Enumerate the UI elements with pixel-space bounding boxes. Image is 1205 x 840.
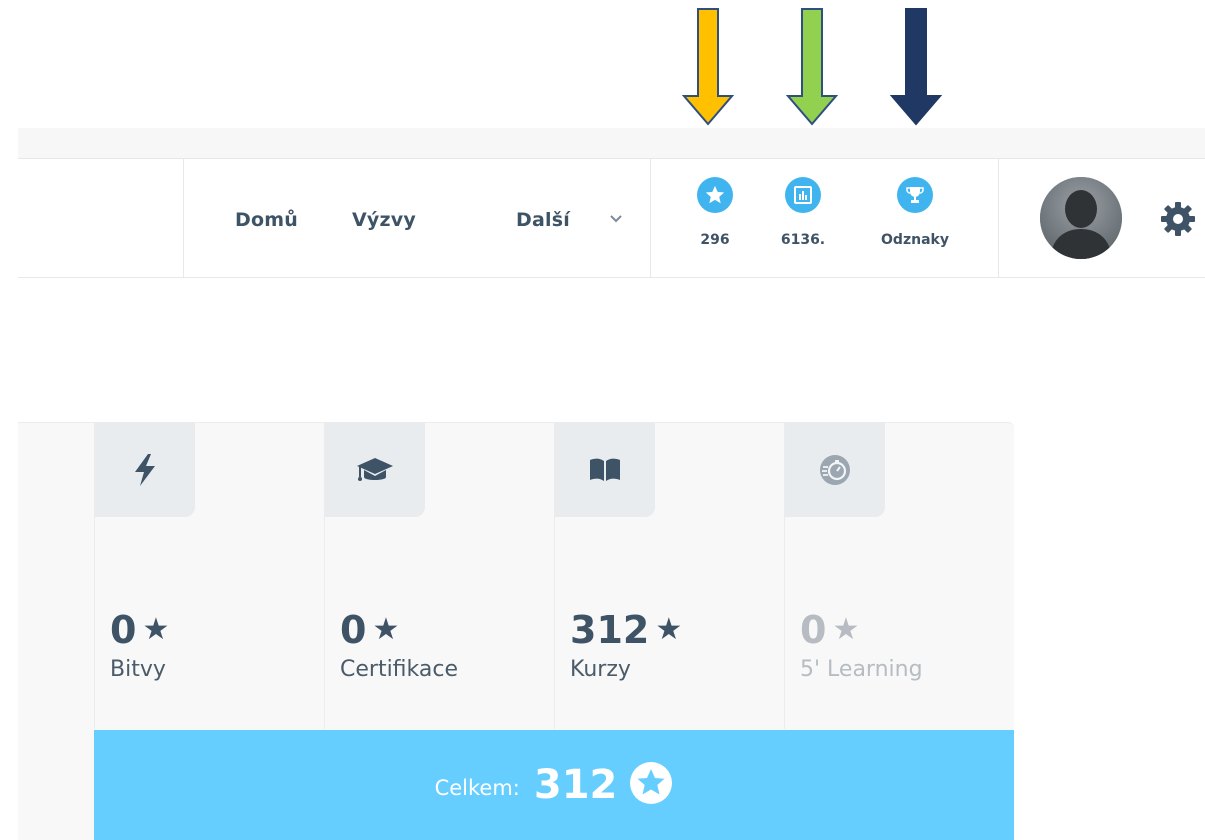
star-icon [629, 761, 673, 809]
stat-column-courses: 312 ★ Kurzy [554, 423, 785, 729]
nav-link-home[interactable]: Domů [235, 209, 298, 231]
book-icon [555, 423, 655, 517]
nav-divider [650, 159, 651, 277]
stat-column-5-learning: 0 ★ 5' Learning [784, 423, 1015, 729]
rank-value: 6136. [780, 232, 826, 248]
avatar[interactable] [1040, 177, 1122, 259]
stopwatch-icon [785, 423, 885, 517]
nav-link-more[interactable]: Další [516, 209, 570, 231]
annotation-arrow-yellow [682, 8, 734, 126]
nav-link-challenges[interactable]: Výzvy [352, 209, 416, 231]
annotation-arrow-green [786, 8, 838, 126]
stat-badges[interactable]: Odznaky [870, 177, 960, 248]
main-navbar: Domů Výzvy Další 296 6136. Odznaky [18, 159, 1205, 278]
courses-label: Kurzy [570, 657, 631, 682]
total-label: Celkem: [434, 776, 520, 800]
annotation-arrow-navy [890, 8, 942, 126]
stats-card: 0 ★ Bitvy 0 ★ Certifikace 312 ★ Kurzy 0 ★ 5'… [18, 422, 1014, 840]
5-learning-value: 0 ★ [800, 608, 860, 652]
total-banner: Celkem: 312 [94, 730, 1014, 840]
courses-value: 312 ★ [570, 608, 683, 652]
stat-rank[interactable]: 6136. [758, 177, 848, 248]
stat-points[interactable]: 296 [670, 177, 760, 248]
certificates-label: Certifikace [340, 657, 459, 682]
top-strip [18, 128, 1205, 159]
trophy-icon [897, 177, 933, 213]
points-value: 296 [700, 232, 730, 248]
chevron-down-icon[interactable] [608, 211, 624, 231]
battles-value: 0 ★ [110, 608, 170, 652]
total-value: 312 [533, 762, 618, 808]
badges-label: Odznaky [881, 232, 949, 248]
lightning-icon [95, 423, 195, 517]
5-learning-label: 5' Learning [800, 657, 923, 682]
nav-divider [183, 159, 184, 277]
gear-icon[interactable] [1158, 199, 1198, 243]
graduation-cap-icon [325, 423, 425, 517]
nav-divider [998, 159, 999, 277]
card-left-strip [18, 423, 94, 840]
stat-column-certificates: 0 ★ Certifikace [324, 423, 555, 729]
battles-label: Bitvy [110, 657, 166, 682]
leaderboard-icon [785, 177, 821, 213]
stat-column-battles: 0 ★ Bitvy [94, 423, 325, 729]
certificates-value: 0 ★ [340, 608, 400, 652]
star-icon [697, 177, 733, 213]
